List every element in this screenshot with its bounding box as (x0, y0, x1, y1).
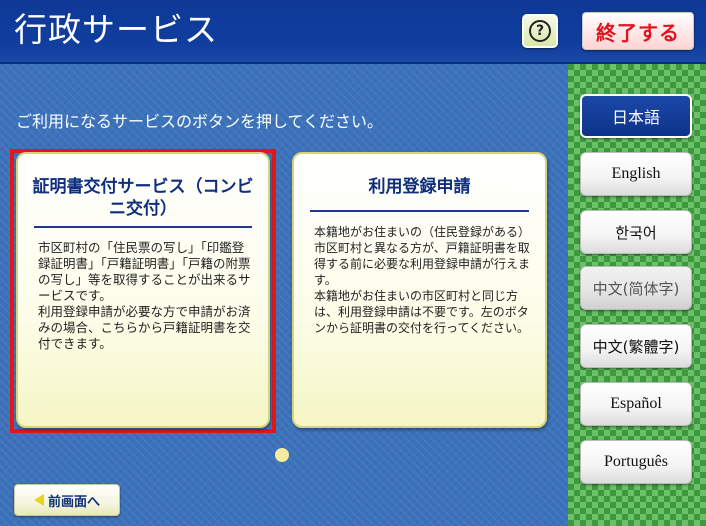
left-arrow-icon (33, 494, 44, 506)
end-button[interactable]: 終了する (582, 12, 694, 50)
instruction-text: ご利用になるサービスのボタンを押してください。 (16, 112, 384, 131)
card-title: 利用登録申請 (368, 177, 471, 197)
header-bar: 行政サービス ? 終了する (0, 0, 706, 64)
card-divider (34, 226, 252, 228)
language-button-portuguese[interactable]: Português (580, 440, 692, 484)
card-description: 本籍地がお住まいの（住民登録がある）市区町村と異なる方が、戸籍証明書を取得する前… (314, 225, 531, 335)
certificate-service-card[interactable]: 証明書交付サービス（コンビニ交付） 市区町村の「住民票の写し」「印鑑登録証明書」… (16, 152, 270, 428)
language-button-spanish[interactable]: Español (580, 382, 692, 426)
main-panel: ご利用になるサービスのボタンを押してください。 証明書交付サービス（コンビニ交付… (0, 64, 568, 526)
back-button[interactable]: 前画面へ (14, 484, 120, 516)
registration-application-card[interactable]: 利用登録申請 本籍地がお住まいの（住民登録がある）市区町村と異なる方が、戸籍証明… (292, 152, 547, 428)
question-icon: ? (529, 20, 551, 42)
language-button-japanese[interactable]: 日本語 (580, 94, 692, 138)
card-divider (310, 210, 529, 212)
page-indicator-dot (275, 448, 289, 462)
language-button-chinese-simplified[interactable]: 中文(简体字) (580, 266, 692, 310)
help-button[interactable]: ? (522, 14, 558, 48)
language-button-english[interactable]: English (580, 152, 692, 196)
language-sidebar: 日本語 English 한국어 中文(简体字) 中文(繁體字) Español … (568, 64, 706, 526)
back-button-label: 前画面へ (47, 494, 100, 510)
card-title: 証明書交付サービス（コンビニ交付） (32, 177, 254, 219)
language-button-chinese-traditional[interactable]: 中文(繁體字) (580, 324, 692, 368)
card-description: 市区町村の「住民票の写し」「印鑑登録証明書」「戸籍証明書」「戸籍の附票の写し」等… (38, 240, 251, 351)
language-button-korean[interactable]: 한국어 (580, 210, 692, 254)
page-title: 行政サービス (14, 10, 218, 49)
